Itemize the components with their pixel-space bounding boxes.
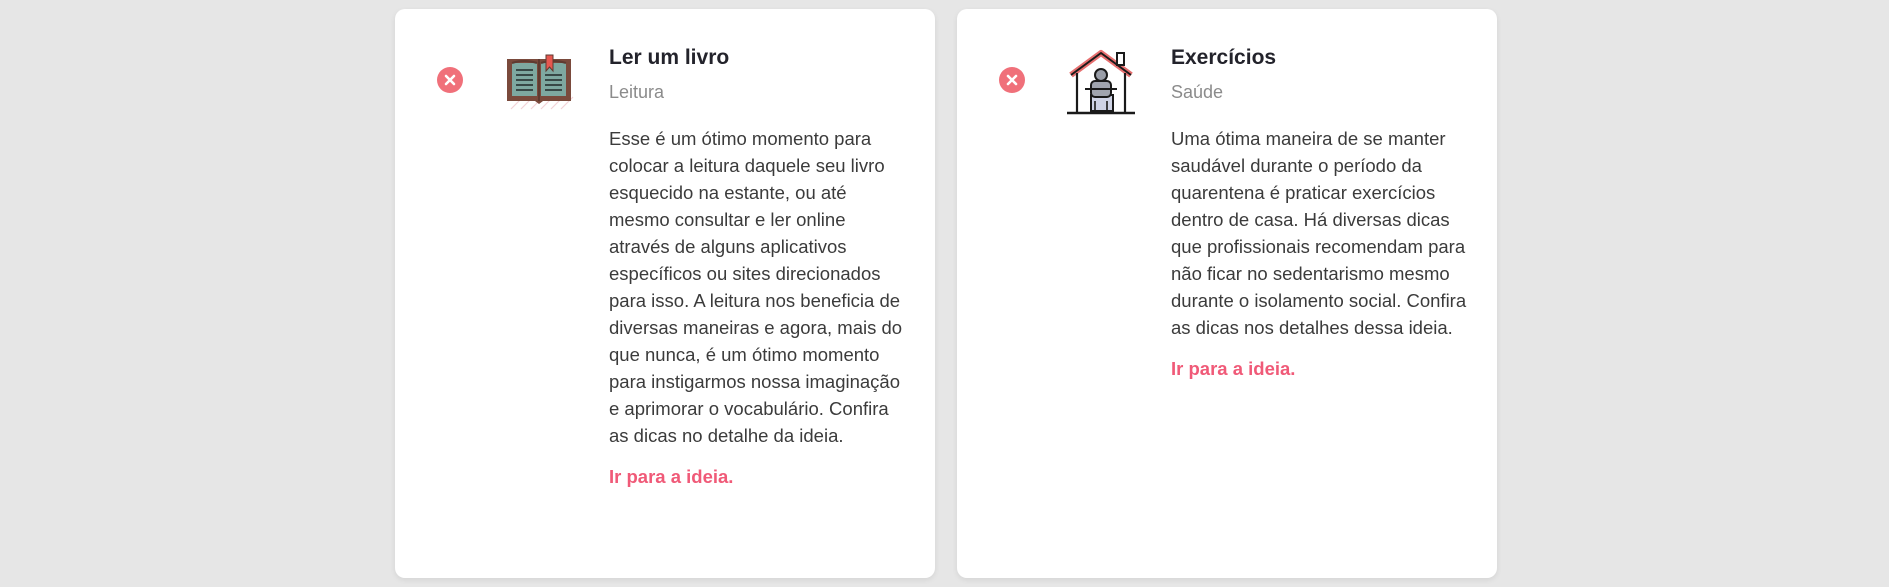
idea-category: Saúde [1171, 82, 1224, 102]
idea-description: Esse é um ótimo momento para colocar a l… [609, 128, 903, 446]
idea-card: Exercícios Saúde Uma ótima maneira de se… [957, 9, 1497, 578]
idea-category: Leitura [609, 82, 665, 102]
remove-button[interactable] [999, 67, 1025, 93]
close-icon [1006, 74, 1018, 86]
remove-button[interactable] [437, 67, 463, 93]
go-to-idea-link[interactable]: Ir para a ideia. [609, 466, 733, 488]
idea-title: Ler um livro [609, 46, 730, 69]
idea-title: Exercícios [1171, 46, 1277, 69]
open-book-icon [503, 45, 575, 117]
close-icon [444, 74, 456, 86]
idea-description: Uma ótima maneira de se manter saudável … [1171, 128, 1467, 338]
home-workout-icon [1065, 45, 1137, 117]
go-to-idea-link[interactable]: Ir para a ideia. [1171, 358, 1295, 380]
idea-card: Ler um livro Leitura Esse é um ótimo mom… [395, 9, 935, 578]
